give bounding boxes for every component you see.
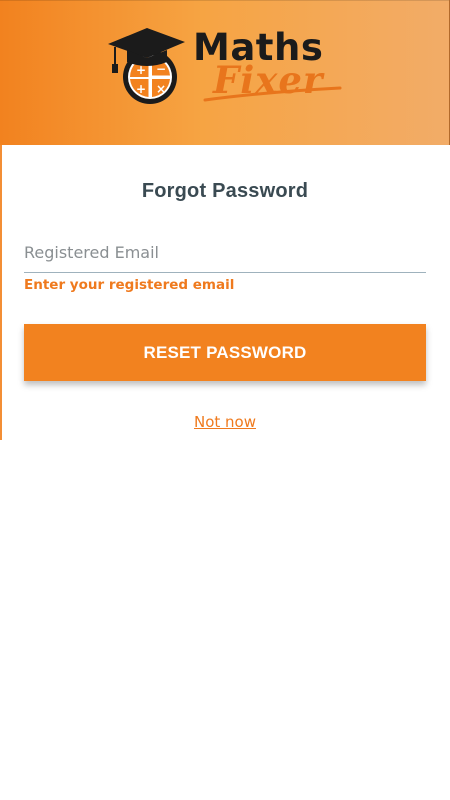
page-title: Forgot Password: [141, 180, 309, 202]
logo-wordmark-fixer: Fixer: [213, 58, 324, 102]
header-banner: + − + × Maths Fixer: [0, 0, 450, 145]
logo-brush-stroke: [203, 86, 342, 102]
logo-wordmark-maths: Maths: [193, 26, 324, 69]
email-field[interactable]: [24, 232, 426, 273]
svg-text:+: +: [136, 63, 146, 77]
svg-text:×: ×: [156, 82, 166, 96]
not-now-link[interactable]: Not now: [0, 413, 450, 431]
svg-text:+: +: [136, 82, 146, 96]
reset-password-button[interactable]: RESET PASSWORD: [24, 324, 426, 381]
email-helper-text: Enter your registered email: [24, 277, 235, 293]
svg-text:−: −: [156, 62, 166, 76]
graduation-cap-calculator-icon: + − + ×: [108, 28, 185, 104]
app-logo: + − + × Maths Fixer: [105, 20, 345, 120]
